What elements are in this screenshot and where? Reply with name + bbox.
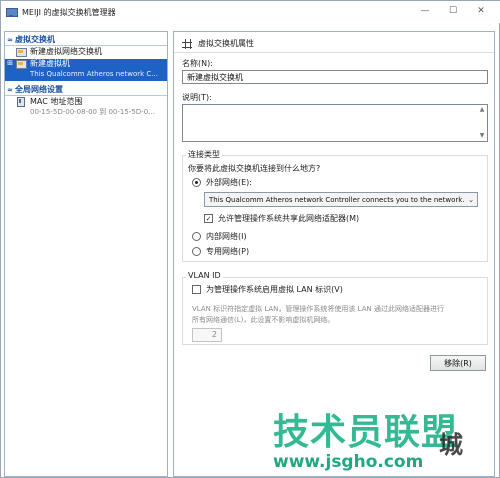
radio-label: 专用网络(P) — [206, 247, 250, 256]
name-label: 名称(N): — [182, 59, 213, 68]
tree-section-global-network[interactable]: ≈ 全局网络设置 — [5, 84, 167, 96]
properties-title: 虚拟交换机属性 — [198, 39, 254, 48]
mac-address-icon — [15, 97, 27, 107]
select-value: This Qualcomm Atheros network Controller… — [209, 196, 465, 204]
properties-icon — [182, 38, 192, 49]
name-field[interactable]: 新建虚拟交换机 — [182, 70, 488, 84]
allow-management-share-checkbox[interactable]: ✓ 允许管理操作系统共享此网络适配器(M) — [204, 213, 359, 224]
virtual-switch-manager-window: MEIJI 的虚拟交换机管理器 — ☐ ✕ ≈ 虚拟交换机 新建虚拟网络交换机 … — [0, 0, 500, 478]
section-divider — [5, 45, 167, 46]
vlan-id-spinner[interactable]: 2 — [192, 328, 222, 342]
radio-label: 外部网络(E): — [206, 178, 252, 187]
radio-private[interactable] — [192, 247, 201, 256]
tree-item-selected-switch[interactable]: ⊞ 新建虚拟机 This Qualcomm Atheros network C.… — [5, 59, 167, 81]
notes-textarea[interactable]: ▲ ▼ — [182, 104, 488, 142]
expand-plus-icon[interactable]: ⊞ — [5, 59, 15, 67]
window-controls: — ☐ ✕ — [411, 3, 495, 19]
tree-item-mac-range[interactable]: MAC 地址范围 00-15-5D-00-08-00 到 00-15-5D-0.… — [5, 97, 167, 119]
window-title: MEIJI 的虚拟交换机管理器 — [22, 7, 116, 17]
watermark-side-text: 城 — [439, 431, 463, 459]
app-icon — [6, 7, 18, 17]
tree-item-subtitle: This Qualcomm Atheros network C... — [30, 70, 158, 78]
properties-header: 虚拟交换机属性 — [182, 38, 254, 49]
tree-item-label: MAC 地址范围 — [30, 97, 83, 106]
checkbox-label: 为管理操作系统启用虚拟 LAN 标识(V) — [206, 285, 343, 294]
remove-button[interactable]: 移除(R) — [430, 355, 486, 371]
chevron-down-icon: ⌄ — [468, 196, 474, 204]
tree-section-label: 虚拟交换机 — [15, 35, 55, 44]
minimize-button[interactable]: — — [411, 3, 439, 19]
tree-section-label: 全局网络设置 — [15, 85, 63, 94]
watermark-url: www.jsgho.com — [273, 452, 424, 472]
scroll-down-icon[interactable]: ▼ — [478, 132, 486, 140]
radio-external-network[interactable]: 外部网络(E): — [192, 177, 252, 188]
tree-item-label: 新建虚拟网络交换机 — [30, 47, 102, 56]
new-switch-icon — [15, 47, 27, 57]
checkbox-vlan[interactable] — [192, 285, 201, 294]
notes-label: 说明(T): — [182, 93, 212, 102]
watermark-logo-text: 技术员联盟 — [273, 412, 459, 453]
scroll-up-icon[interactable]: ▲ — [478, 106, 486, 114]
collapse-chevron-icon[interactable]: ≈ — [5, 86, 15, 94]
close-button[interactable]: ✕ — [467, 3, 495, 19]
vlan-description-line1: VLAN 标识符指定虚拟 LAN，管理操作系统将使用该 LAN 通过此网络适配器… — [192, 305, 444, 313]
switch-icon — [15, 59, 27, 69]
checkbox-allow-mgmt[interactable]: ✓ — [204, 214, 213, 223]
radio-internal[interactable] — [192, 232, 201, 241]
tree-item-subtitle: 00-15-5D-00-08-00 到 00-15-5D-0... — [30, 108, 155, 116]
section-divider — [5, 95, 167, 96]
radio-label: 内部网络(I) — [206, 232, 247, 241]
maximize-button[interactable]: ☐ — [439, 3, 467, 19]
collapse-chevron-icon[interactable]: ≈ — [5, 36, 15, 44]
checkbox-label: 允许管理操作系统共享此网络适配器(M) — [218, 214, 360, 223]
radio-private-network[interactable]: 专用网络(P) — [192, 246, 249, 257]
vlan-description-line2: 所有网络通信(L)，此设置不影响虚拟机网络。 — [192, 316, 335, 324]
network-adapter-select[interactable]: This Qualcomm Atheros network Controller… — [204, 192, 478, 207]
tree-item-new-switch[interactable]: 新建虚拟网络交换机 — [5, 47, 167, 58]
radio-external[interactable] — [192, 178, 201, 187]
radio-internal-network[interactable]: 内部网络(I) — [192, 231, 247, 242]
tree-section-virtual-switches[interactable]: ≈ 虚拟交换机 — [5, 34, 167, 46]
connection-type-title: 连接类型 — [186, 149, 222, 160]
connection-question: 你要将此虚拟交换机连接到什么地方? — [188, 164, 321, 173]
tree-item-label: 新建虚拟机 — [30, 59, 70, 68]
vlan-title: VLAN ID — [186, 271, 223, 280]
switch-tree-panel: ≈ 虚拟交换机 新建虚拟网络交换机 ⊞ 新建虚拟机 This Qualcomm … — [4, 31, 168, 477]
header-divider — [174, 52, 494, 53]
title-bar: MEIJI 的虚拟交换机管理器 — ☐ ✕ — [1, 1, 500, 23]
vlan-enable-checkbox[interactable]: 为管理操作系统启用虚拟 LAN 标识(V) — [192, 284, 343, 295]
